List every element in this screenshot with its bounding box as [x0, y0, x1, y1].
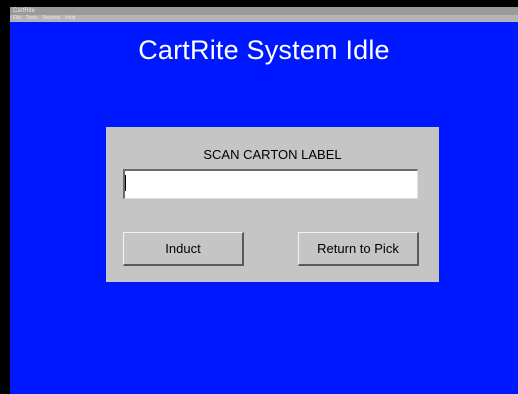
screen-frame: CartRite File Tools Reports Help CartRit… [0, 0, 518, 394]
window-titlebar[interactable]: CartRite [10, 7, 518, 15]
window-title: CartRite [13, 8, 36, 14]
carton-label-input[interactable] [123, 169, 418, 199]
text-caret [125, 175, 126, 191]
menu-bar: File Tools Reports Help [10, 15, 518, 22]
app-window: CartRite File Tools Reports Help CartRit… [10, 7, 518, 394]
menu-item-help[interactable]: Help [65, 15, 75, 22]
menu-item-reports[interactable]: Reports [43, 15, 61, 22]
return-to-pick-button[interactable]: Return to Pick [298, 232, 419, 266]
scan-prompt-label: SCAN CARTON LABEL [203, 147, 342, 162]
scan-dialog: SCAN CARTON LABEL Induct Return to Pick [106, 127, 439, 282]
menu-item-file[interactable]: File [13, 15, 21, 22]
induct-button[interactable]: Induct [123, 232, 244, 266]
menu-item-tools[interactable]: Tools [26, 15, 38, 22]
page-title: CartRite System Idle [138, 35, 390, 65]
